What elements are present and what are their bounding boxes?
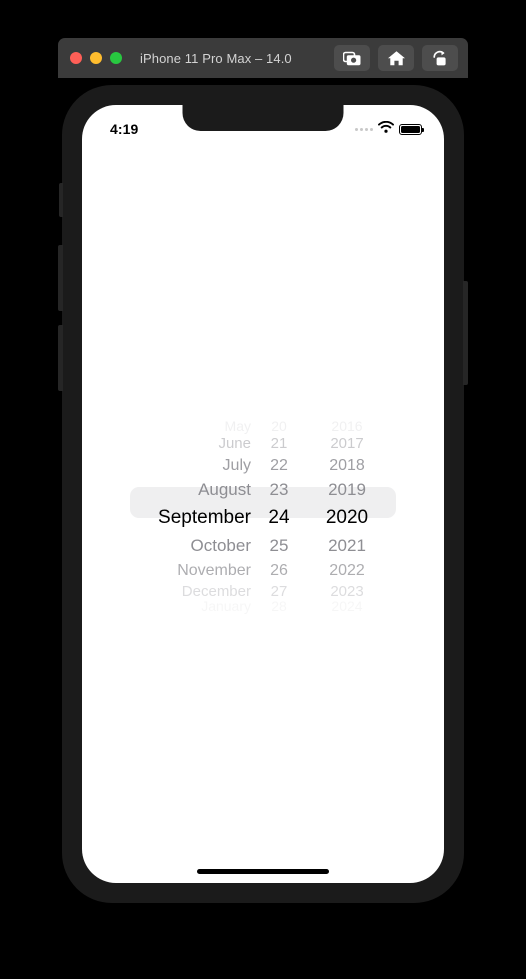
year-cell[interactable]: 2016 xyxy=(307,418,387,434)
day-cell[interactable]: 21 xyxy=(251,435,307,452)
date-picker-row[interactable]: January 28 2024 xyxy=(82,598,444,614)
year-cell[interactable]: 2021 xyxy=(307,536,387,556)
screenshot-icon xyxy=(343,51,361,66)
screenshot-button[interactable] xyxy=(334,45,370,71)
day-cell[interactable]: 28 xyxy=(251,598,307,614)
date-picker-row[interactable]: November 26 2022 xyxy=(82,559,444,582)
date-picker-selected-row[interactable]: September 24 2020 xyxy=(82,502,444,533)
month-cell[interactable]: August xyxy=(139,480,251,500)
battery-icon xyxy=(399,123,424,135)
date-picker-row[interactable]: October 25 2021 xyxy=(82,533,444,559)
date-picker-row[interactable]: July 22 2018 xyxy=(82,454,444,478)
month-cell[interactable]: October xyxy=(139,536,251,556)
power-button[interactable] xyxy=(463,281,468,385)
month-cell-selected[interactable]: September xyxy=(139,507,251,529)
cellular-dots-icon xyxy=(355,127,373,131)
home-indicator[interactable] xyxy=(197,869,329,874)
date-picker[interactable]: May 20 2016 June 21 2017 July 22 2018 Au… xyxy=(82,418,444,614)
year-cell[interactable]: 2022 xyxy=(307,562,387,580)
day-cell-selected[interactable]: 24 xyxy=(251,507,307,529)
day-cell[interactable]: 25 xyxy=(251,536,307,556)
month-cell[interactable]: June xyxy=(139,435,251,452)
day-cell[interactable]: 26 xyxy=(251,562,307,580)
titlebar-toolbar xyxy=(334,45,458,71)
day-cell[interactable]: 27 xyxy=(251,583,307,600)
month-cell[interactable]: July xyxy=(139,457,251,475)
device-body: 4:19 May 20 2016 June 21 2017 July 22 20… xyxy=(58,85,468,903)
silent-switch-button[interactable] xyxy=(59,183,63,217)
volume-down-button[interactable] xyxy=(58,325,63,391)
zoom-button[interactable] xyxy=(110,52,122,64)
status-bar: 4:19 xyxy=(82,105,444,145)
year-cell[interactable]: 2018 xyxy=(307,457,387,475)
home-button[interactable] xyxy=(378,45,414,71)
device-screen: 4:19 May 20 2016 June 21 2017 July 22 20… xyxy=(82,105,444,883)
month-cell[interactable]: May xyxy=(139,418,251,434)
month-cell[interactable]: December xyxy=(139,583,251,600)
close-button[interactable] xyxy=(70,52,82,64)
simulator-stage: iPhone 11 Pro Max – 14.0 4:19 May 20 201… xyxy=(0,0,526,979)
window-titlebar: iPhone 11 Pro Max – 14.0 xyxy=(58,38,468,78)
day-cell[interactable]: 22 xyxy=(251,457,307,475)
status-indicators xyxy=(355,120,424,138)
year-cell[interactable]: 2017 xyxy=(307,435,387,452)
date-picker-row[interactable]: May 20 2016 xyxy=(82,418,444,434)
status-time: 4:19 xyxy=(110,121,139,137)
date-picker-wheel[interactable]: May 20 2016 June 21 2017 July 22 2018 Au… xyxy=(82,418,444,614)
month-cell[interactable]: November xyxy=(139,562,251,580)
minimize-button[interactable] xyxy=(90,52,102,64)
year-cell[interactable]: 2019 xyxy=(307,480,387,500)
home-icon xyxy=(387,50,406,67)
rotate-icon xyxy=(431,50,449,67)
day-cell[interactable]: 20 xyxy=(251,418,307,434)
day-cell[interactable]: 23 xyxy=(251,480,307,500)
window-title: iPhone 11 Pro Max – 14.0 xyxy=(140,50,292,66)
wifi-icon xyxy=(378,120,394,138)
year-cell[interactable]: 2023 xyxy=(307,583,387,600)
month-cell[interactable]: January xyxy=(139,598,251,614)
rotate-button[interactable] xyxy=(422,45,458,71)
volume-up-button[interactable] xyxy=(58,245,63,311)
year-cell[interactable]: 2024 xyxy=(307,598,387,614)
year-cell-selected[interactable]: 2020 xyxy=(307,507,387,529)
date-picker-row[interactable]: June 21 2017 xyxy=(82,432,444,454)
traffic-lights xyxy=(70,52,122,64)
date-picker-row[interactable]: August 23 2019 xyxy=(82,478,444,502)
